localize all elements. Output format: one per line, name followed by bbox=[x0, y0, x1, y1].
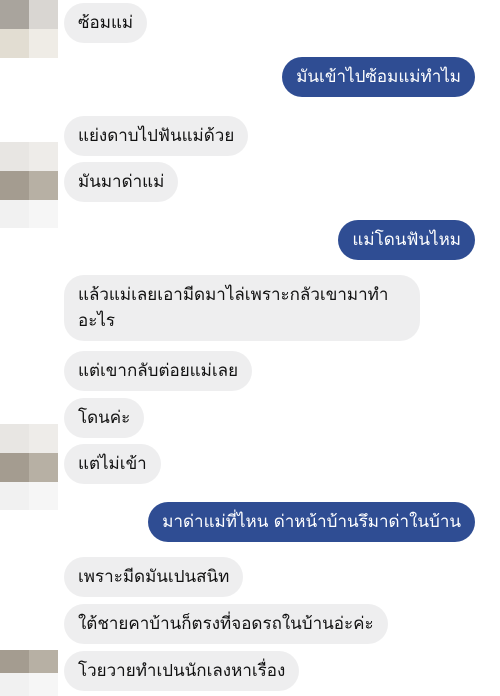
message-incoming[interactable]: โวยวายทำเปนนักเลงหาเรื่อง bbox=[64, 651, 300, 691]
message-incoming[interactable]: แต่ไม่เข้า bbox=[64, 444, 161, 484]
message-outgoing[interactable]: มาด่าแม่ที่ไหน ด่าหน้าบ้านรึมาด่าในบ้าน bbox=[148, 502, 475, 542]
message-outgoing[interactable]: มันเข้าไปซ้อมแม่ทำไม bbox=[282, 57, 475, 97]
contact-avatar[interactable] bbox=[0, 142, 58, 228]
avatar-mosaic bbox=[0, 0, 58, 58]
message-incoming[interactable]: โดนค่ะ bbox=[64, 398, 145, 438]
message-incoming[interactable]: มันมาด่าแม่ bbox=[64, 162, 179, 202]
message-incoming[interactable]: แต่เขากลับต่อยแม่เลย bbox=[64, 351, 253, 391]
avatar-mosaic bbox=[0, 424, 58, 510]
message-incoming[interactable]: แย่งดาบไปฟันแม่ด้วย bbox=[64, 116, 249, 156]
contact-avatar[interactable] bbox=[0, 424, 58, 510]
contact-avatar[interactable] bbox=[0, 650, 58, 696]
contact-avatar[interactable] bbox=[0, 0, 58, 58]
message-incoming[interactable]: เพราะมีดมันเปนสนิท bbox=[64, 557, 244, 597]
avatar-mosaic bbox=[0, 142, 58, 228]
message-incoming[interactable]: แล้วแม่เลยเอามีดมาไล่เพราะกลัวเขามาทำอะไ… bbox=[64, 275, 420, 341]
message-incoming[interactable]: ซ้อมแม่ bbox=[64, 3, 148, 43]
message-outgoing[interactable]: แม่โดนฟันไหม bbox=[338, 220, 475, 260]
chat-thread: ซ้อมแม่ มันเข้าไปซ้อมแม่ทำไม แย่งดาบไปฟั… bbox=[0, 0, 500, 696]
avatar-mosaic bbox=[0, 650, 58, 696]
message-incoming[interactable]: ใต้ชายคาบ้านก็ตรงที่จอดรถในบ้านอ่ะค่ะ bbox=[64, 604, 388, 644]
